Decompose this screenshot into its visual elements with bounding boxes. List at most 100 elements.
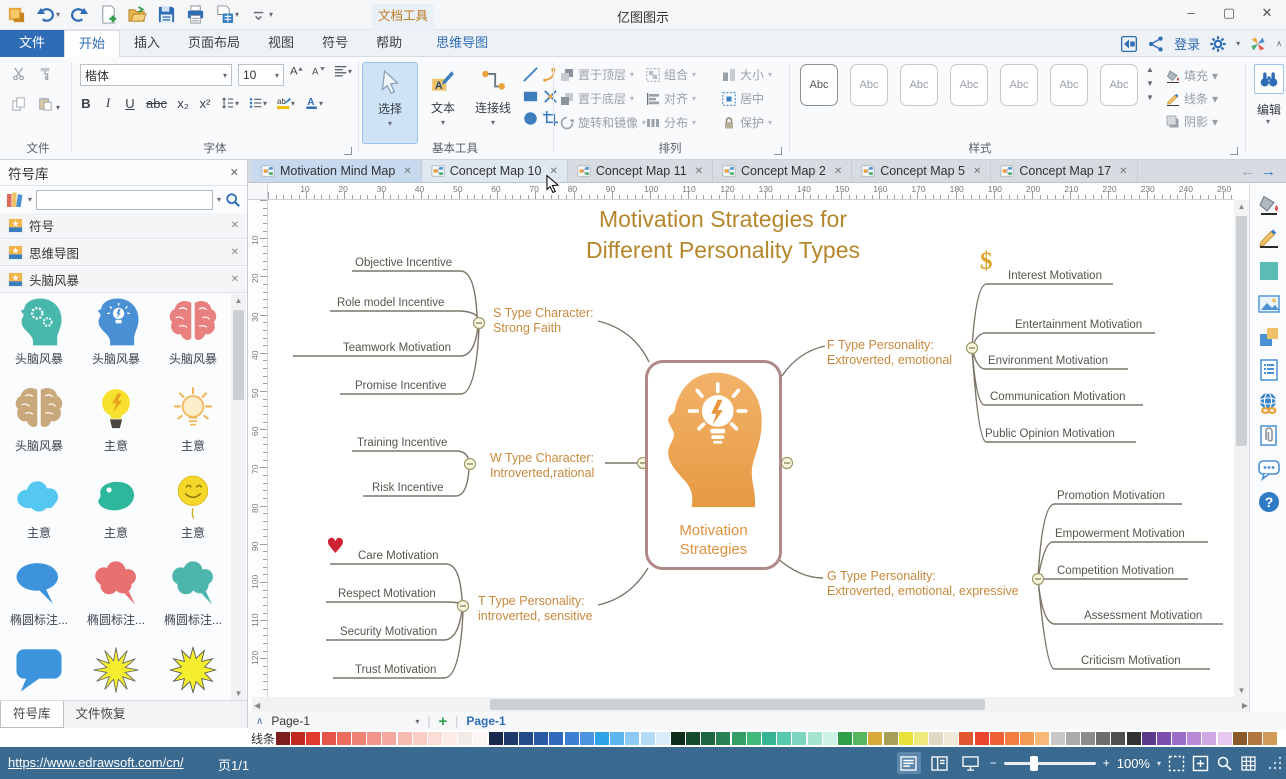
panel-scrollbar[interactable]: ▲ ▼ [231, 294, 246, 700]
comment-tool-icon[interactable] [1257, 457, 1281, 481]
add-page-button[interactable]: + [438, 713, 447, 730]
line-button[interactable]: 线条▾ [1166, 90, 1218, 107]
symbol-head-bulb[interactable]: 头脑风暴 [79, 294, 153, 381]
mindmap-title[interactable]: Motivation Strategies for Different Pers… [458, 204, 988, 266]
zoom-out-icon[interactable]: − [990, 756, 997, 770]
select-region-icon[interactable] [1168, 755, 1185, 772]
style-more-icon[interactable]: ▼ [1146, 93, 1154, 102]
color-swatch[interactable] [1248, 732, 1262, 745]
shadow-button[interactable]: 阴影▾ [1166, 113, 1218, 130]
mindmap-subtopic[interactable]: Objective Incentive [355, 257, 452, 269]
search-icon[interactable] [225, 192, 241, 208]
color-swatch[interactable] [732, 732, 746, 745]
attachment-tool-icon[interactable] [1257, 424, 1281, 448]
保护-button[interactable]: 保护▾ [722, 114, 772, 131]
置于底层-button[interactable]: 置于底层▾ [560, 90, 634, 107]
resize-grip[interactable] [1268, 756, 1282, 770]
color-swatch[interactable] [641, 732, 655, 745]
color-swatch[interactable] [534, 732, 548, 745]
style-preset-3[interactable]: Abc [900, 64, 938, 106]
ribbon-tab-视图[interactable]: 视图 [254, 30, 308, 57]
close-tab-icon[interactable]: ✕ [834, 166, 842, 177]
mindmap-branch-topic[interactable]: F Type Personality:Extroverted, emotiona… [827, 338, 952, 368]
open-button[interactable] [125, 2, 150, 26]
section-思维导图[interactable]: ★思维导图✕ [0, 240, 247, 266]
color-swatch[interactable] [382, 732, 396, 745]
select-dropdown-icon[interactable]: ▾ [388, 119, 392, 128]
ribbon-tab-思维导图[interactable]: 思维导图 [422, 30, 502, 57]
color-swatch[interactable] [580, 732, 594, 745]
connector-tool-button[interactable]: 连接线 ▾ [467, 62, 519, 144]
paste-icon[interactable] [38, 97, 52, 111]
color-swatch[interactable] [1172, 732, 1186, 745]
color-swatch[interactable] [610, 732, 624, 745]
color-swatch[interactable] [701, 732, 715, 745]
mindmap-branch-topic[interactable]: S Type Character:Strong Faith [493, 306, 594, 336]
mindmap-subtopic[interactable]: Care Motivation [358, 550, 439, 562]
view-split-button[interactable] [928, 752, 952, 774]
置于顶层-button[interactable]: 置于顶层▾ [560, 66, 634, 83]
style-preset-5[interactable]: Abc [1000, 64, 1038, 106]
color-swatch[interactable] [625, 732, 639, 745]
color-swatch[interactable] [656, 732, 670, 745]
color-swatch[interactable] [306, 732, 320, 745]
share-icon[interactable] [1147, 35, 1165, 53]
zoom-in-icon[interactable]: + [1103, 756, 1110, 770]
line-spacing-button[interactable]: ▾ [221, 96, 239, 110]
color-swatch[interactable] [519, 732, 533, 745]
color-swatch[interactable] [1218, 732, 1232, 745]
style-scroll-up-icon[interactable]: ▲ [1146, 65, 1154, 74]
symbol-head-gears[interactable]: 头脑风暴 [2, 294, 76, 381]
mindmap-subtopic[interactable]: Respect Motivation [338, 588, 436, 600]
color-swatch[interactable] [944, 732, 958, 745]
image-tool-icon[interactable] [1257, 292, 1281, 316]
symbol-cloud[interactable]: 主意 [2, 468, 76, 555]
print-button[interactable] [183, 2, 208, 26]
drawing-canvas[interactable]: Motivation Strategies for Different Pers… [268, 200, 1234, 697]
line-shape-button[interactable] [522, 66, 542, 86]
color-swatch[interactable] [1157, 732, 1171, 745]
mindmap-subtopic[interactable]: Trust Motivation [355, 664, 436, 676]
doc-tab[interactable]: Concept Map 11✕ [568, 160, 713, 182]
style-preset-4[interactable]: Abc [950, 64, 988, 106]
curve-shape-button[interactable] [542, 66, 562, 86]
section-close-icon[interactable]: ✕ [231, 247, 239, 258]
line-tool-icon[interactable] [1257, 226, 1281, 250]
color-swatch[interactable] [1263, 732, 1277, 745]
symbol-bulb-sketch[interactable]: 主意 [156, 381, 230, 468]
color-swatch[interactable] [473, 732, 487, 745]
zoom-area-icon[interactable] [1216, 755, 1233, 772]
font-size-dropdown-icon[interactable]: ▾ [275, 71, 279, 80]
color-swatch[interactable] [899, 732, 913, 745]
color-swatch[interactable] [823, 732, 837, 745]
edraw-logo-button[interactable] [4, 2, 29, 26]
zoom-dropdown-icon[interactable]: ▾ [1157, 759, 1161, 768]
qat-more-button[interactable]: ▾ [246, 2, 276, 26]
color-swatch[interactable] [1142, 732, 1156, 745]
mindmap-subtopic[interactable]: Environment Motivation [988, 355, 1108, 367]
search-dropdown-icon[interactable]: ▾ [217, 195, 221, 204]
color-swatch[interactable] [1096, 732, 1110, 745]
zoom-level[interactable]: 100% [1117, 756, 1150, 771]
fill-button[interactable]: 填充▾ [1166, 67, 1218, 84]
style-dialog-launcher[interactable] [1230, 147, 1238, 155]
symbol-brain-red[interactable]: 头脑风暴 [156, 294, 230, 381]
dropdown-icon[interactable]: ▾ [319, 99, 323, 108]
dropdown-icon[interactable]: ▾ [269, 10, 273, 19]
page-tab[interactable]: Page-1 [466, 714, 505, 728]
shrink-font-button[interactable]: A [312, 64, 326, 78]
mindmap-subtopic[interactable]: Communication Motivation [990, 391, 1126, 403]
new-button[interactable] [96, 2, 121, 26]
大小-button[interactable]: 大小▾ [722, 66, 772, 83]
ribbon-tab-开始[interactable]: 开始 [64, 30, 120, 57]
color-swatch[interactable] [504, 732, 518, 745]
bullet-list-button[interactable]: ▾ [249, 96, 267, 110]
view-presentation-button[interactable] [959, 752, 983, 774]
symbol-blob[interactable]: 主意 [79, 468, 153, 555]
color-swatch[interactable] [747, 732, 761, 745]
color-swatch[interactable] [1051, 732, 1065, 745]
format-painter-icon[interactable] [38, 67, 52, 81]
doc-tab[interactable]: Concept Map 5✕ [852, 160, 991, 182]
ribbon-tab-帮助[interactable]: 帮助 [362, 30, 416, 57]
gear-dropdown-icon[interactable]: ▾ [1236, 39, 1240, 48]
